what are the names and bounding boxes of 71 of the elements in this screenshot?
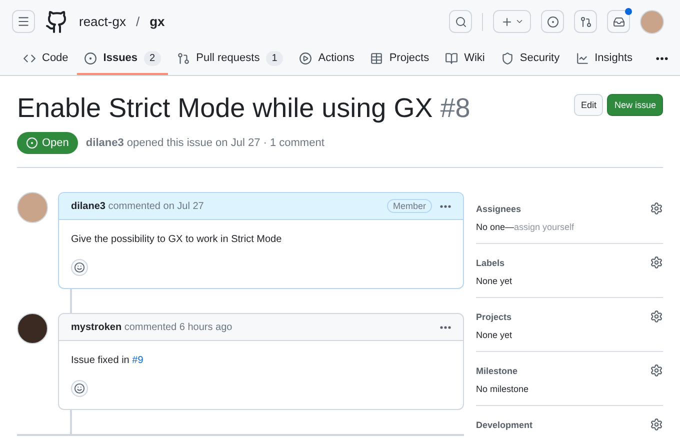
play-icon — [299, 52, 312, 64]
tab-counter: 2 — [144, 50, 162, 66]
issue-title: Enable Strict Mode while using GX #8 — [17, 92, 470, 125]
issue-icon — [84, 52, 98, 64]
pull-request-icon — [177, 52, 190, 64]
smiley-icon — [74, 262, 85, 273]
issue-link[interactable]: #9 — [132, 355, 144, 366]
repo-tab[interactable]: Wiki — [438, 43, 492, 75]
path-separator: / — [136, 14, 140, 29]
issue-state-badge: Open — [17, 132, 78, 154]
settings-icon[interactable] — [650, 310, 663, 323]
add-reaction-button[interactable] — [71, 259, 88, 276]
repo-tab[interactable]: Code — [16, 43, 76, 75]
ellipsis-icon — [440, 204, 451, 208]
pull-request-icon — [580, 16, 592, 28]
comment-text: Give the possibility to GX to work in Strict Mode — [71, 234, 283, 245]
more-options-button[interactable] — [440, 204, 451, 208]
sidebar-value: No milestone — [476, 384, 530, 394]
settings-icon[interactable] — [650, 202, 663, 215]
add-reaction-button[interactable] — [71, 380, 88, 397]
settings-icon[interactable] — [650, 418, 663, 431]
settings-icon[interactable] — [650, 256, 663, 269]
sidebar-heading[interactable]: Development — [476, 420, 533, 430]
search-button[interactable] — [449, 10, 472, 33]
repo-tab[interactable]: Actions — [292, 43, 362, 75]
inbox-button[interactable] — [607, 10, 630, 33]
table-icon — [370, 52, 384, 64]
search-icon — [454, 16, 466, 28]
repo-tab[interactable]: Security — [494, 43, 567, 75]
sidebar-heading[interactable]: Assignees — [476, 204, 522, 214]
plus-icon — [500, 16, 512, 28]
issues-button[interactable] — [541, 10, 564, 33]
create-new-button[interactable] — [493, 10, 531, 33]
settings-icon[interactable] — [650, 364, 663, 377]
issue-icon — [26, 137, 38, 149]
code-icon — [23, 52, 36, 64]
caret-icon — [514, 17, 524, 26]
issue-icon — [546, 16, 558, 28]
repo-tab[interactable]: Pull requests 1 — [170, 43, 290, 75]
menu-icon — [17, 15, 30, 28]
author-avatar[interactable] — [17, 313, 48, 344]
menu-button[interactable] — [12, 10, 35, 33]
issue-meta: dilane3 opened this issue on Jul 27 · 1 comment — [86, 137, 324, 149]
repo-name-link[interactable]: gx — [150, 14, 165, 29]
repo-tab[interactable]: Projects — [363, 43, 436, 75]
repo-tab[interactable]: Insights — [568, 43, 640, 75]
sidebar-value: None yet — [476, 330, 514, 340]
inbox-icon — [612, 16, 624, 28]
logo-icon — [45, 10, 69, 34]
comment-text: Issue fixed in #9 — [71, 355, 144, 366]
graph-icon — [576, 52, 589, 64]
repo-owner-link[interactable]: react-gx — [79, 14, 126, 29]
edit-button[interactable]: Edit — [574, 94, 604, 116]
member-label: Member — [386, 199, 432, 213]
more-options-button[interactable] — [440, 326, 451, 328]
book-icon — [445, 52, 458, 64]
ellipsis-icon — [656, 57, 668, 61]
ellipsis-icon — [440, 326, 451, 328]
pull-requests-button[interactable] — [574, 10, 597, 33]
smiley-icon — [74, 383, 85, 394]
sidebar-heading[interactable]: Milestone — [476, 366, 518, 376]
shield-icon — [500, 52, 514, 64]
sidebar-heading[interactable]: Labels — [476, 258, 505, 268]
sidebar-heading[interactable]: Projects — [476, 312, 512, 322]
comment-header: dilane3 commented on Jul 27 — [71, 200, 205, 212]
sidebar-value: No one—assign yourself — [476, 222, 576, 232]
new-issue-button[interactable]: New issue — [607, 94, 663, 116]
comment-header: mystroken commented 6 hours ago — [71, 322, 234, 332]
repo-tab[interactable]: Issues 2 — [77, 43, 168, 75]
sidebar-value: None yet — [476, 276, 514, 286]
tab-counter: 1 — [266, 50, 284, 66]
